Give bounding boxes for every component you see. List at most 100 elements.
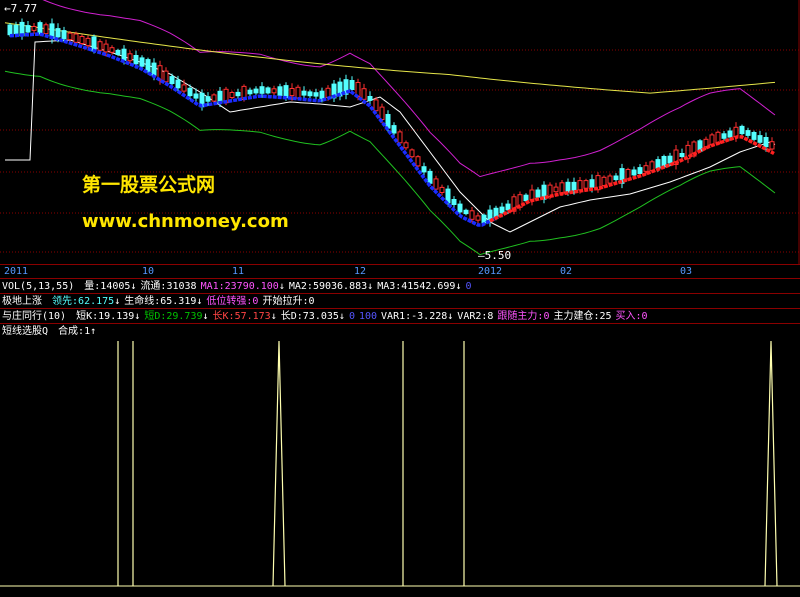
candle-body [499,206,505,214]
candle-body [67,32,73,41]
candle-body [103,43,109,53]
arrow-down-icon: ↓ [455,281,462,292]
candle-body [505,203,511,211]
indicator-value: 主力建仓:25 [553,311,612,322]
signal-panel[interactable] [0,339,800,597]
yzt-indicator-line[interactable]: 与庄同行(10) 短K:19.139↓ 短D:29.739↓ 长K:57.173↓ 长… [0,308,800,324]
candle-body [553,186,559,193]
candle-body [409,149,415,158]
candle-body [31,26,37,31]
indicator-value: VAR1:-3.228 [381,311,448,322]
candle-body [55,28,61,38]
indicator-value: 开始拉升:0 [262,296,315,307]
indicator-value: MA2:59036.883 [288,281,368,292]
candle-body [439,186,445,193]
candle-body [601,176,607,187]
upper-band-line [42,0,776,178]
watermark-url: www.chnmoney.com [82,211,289,232]
candle-body [763,137,769,148]
indicator-value: 低位转强:0 [206,296,259,307]
trend-line-up [489,134,775,223]
candle-body [397,131,403,144]
date-label: 10 [142,266,155,277]
candle-body [463,209,469,215]
candle-body [637,167,643,175]
candle-body [385,114,391,129]
candle-body [481,214,487,224]
date-label: 2011 [4,266,29,277]
date-label: 02 [560,266,573,277]
long-ma-line [4,22,776,94]
candle-body [307,91,313,97]
candle-body [295,86,301,99]
high-price-label: ←7.77 [4,2,38,15]
candle-body [289,88,295,97]
date-axis: 2011 10 11 12 2012 02 03 [0,264,800,279]
candle-body [571,181,577,191]
arrow-down-icon: ↓ [114,296,121,307]
candle-body [751,132,757,140]
candle-body [127,53,133,62]
candle-body [427,170,433,184]
indicator-value: 买入:0 [615,311,648,322]
candle-body [667,155,673,164]
candle-body [367,96,373,101]
candle-body [313,92,319,97]
candle-body [535,189,541,198]
indicator-value: 100 [358,311,378,322]
candle-body [745,130,751,136]
candle-body [727,130,733,138]
candle-body [421,166,427,173]
candle-body [175,79,181,89]
arrow-up-icon: ↑ [90,326,97,337]
indicator-value: 长D:73.035 [280,311,339,322]
indicator-value: MA1:23790.100 [200,281,279,292]
candle-body [187,87,193,97]
candle-body [679,153,685,157]
candle-body [319,90,325,100]
candle-body [523,194,529,202]
arrow-down-icon: ↓ [367,281,374,292]
candle-body [79,36,85,44]
candle-body [205,96,211,102]
candle-body [169,76,175,84]
watermark-title: 第一股票公式网 [82,174,216,196]
indicator-value: 长K:57.173 [212,311,271,322]
indicator-value: 短D:29.739 [144,311,203,322]
candle-body [139,57,145,67]
arrow-down-icon: ↓ [130,281,137,292]
candle-body [277,86,283,97]
indicator-name: 极地上涨 [2,296,42,307]
candle-body [391,125,397,134]
candle-body [301,90,307,96]
candle-body [559,182,565,194]
candle-body [643,165,649,172]
candle-body [145,59,151,72]
candle-body [235,91,241,97]
candle-body [403,142,409,149]
candle-body [433,178,439,190]
candle-body [379,106,385,120]
candle-body [37,22,43,35]
candle-body [73,33,79,43]
jdsz-indicator-line[interactable]: 极地上涨 领先:62.175↓ 生命线:65.319↓ 低位转强:0 开始拉升:0 [0,293,800,309]
candle-body [265,87,271,94]
candle-body [415,156,421,167]
date-label: 03 [680,266,693,277]
date-label: 2012 [478,266,503,277]
candle-body [115,49,121,56]
candle-body [349,80,355,90]
indicator-value: 合成:1 [58,326,91,337]
indicator-value: 0 [348,311,355,322]
vol-indicator-line[interactable]: VOL(5,13,55) 量:14005↓ 流通:31038 MA1:23790.1… [0,278,800,294]
arrow-down-icon: ↓ [338,311,345,322]
candle-body [247,89,253,95]
low-price-label: —5.50 [478,249,512,262]
candle-body [253,88,259,94]
candle-body [457,203,463,213]
dxxg-indicator-line[interactable]: 短线选股Q 合成:1↑ [0,323,800,340]
indicator-name: VOL(5,13,55) [2,281,75,292]
candle-body [259,86,265,94]
arrow-down-icon: ↓ [202,311,209,322]
indicator-value: 领先:62.175 [52,296,115,307]
